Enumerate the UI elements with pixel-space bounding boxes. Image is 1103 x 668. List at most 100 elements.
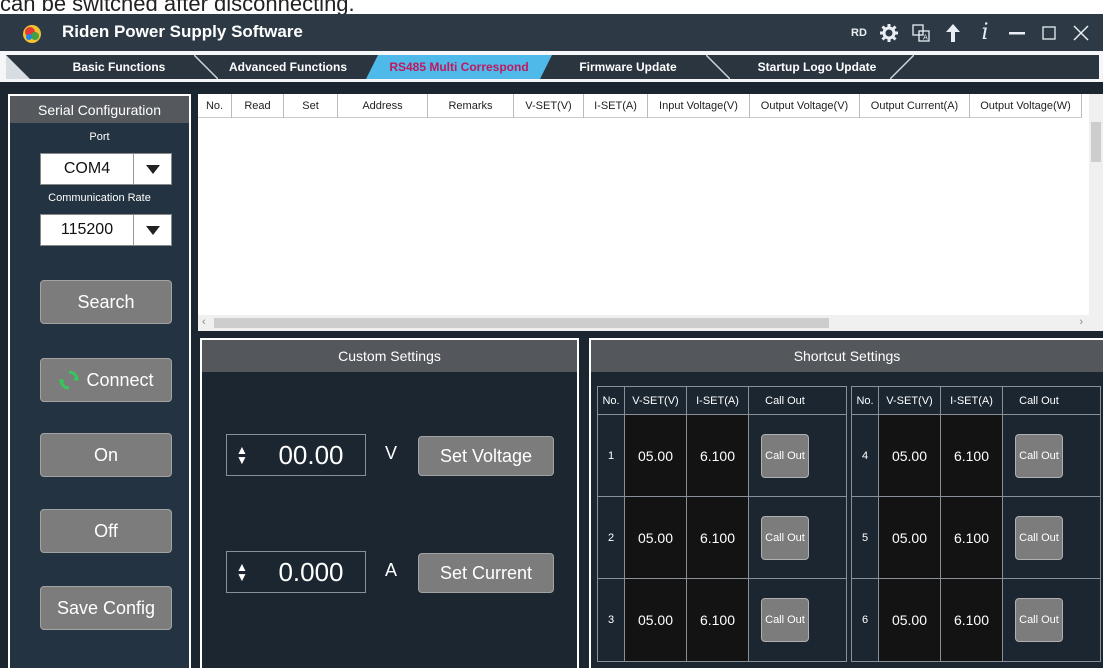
serial-configuration-panel: Serial Configuration Port COM4 Communica… xyxy=(8,94,191,668)
shortcut-number: 1 xyxy=(598,415,625,496)
shortcut-group-right: No. V-SET(V) I-SET(A) Call Out 4 05.00 6… xyxy=(851,386,1101,662)
shortcut-row: 1 05.00 6.100 Call Out xyxy=(598,415,846,497)
port-value: COM4 xyxy=(63,160,111,177)
column-header[interactable]: Read xyxy=(232,94,284,118)
spin-arrows-icon[interactable]: ▲ ▼ xyxy=(227,444,257,466)
connect-label: Connect xyxy=(86,369,154,390)
scroll-thumb[interactable] xyxy=(1091,122,1101,162)
shortcut-voltage[interactable]: 05.00 xyxy=(879,497,941,578)
shortcut-current[interactable]: 6.100 xyxy=(941,579,1003,661)
tab-basic-functions[interactable]: Basic Functions xyxy=(44,55,194,79)
column-header: Call Out xyxy=(1019,394,1059,407)
shortcut-voltage[interactable]: 05.00 xyxy=(879,415,941,496)
info-icon[interactable]: i xyxy=(969,14,1001,51)
shortcut-voltage[interactable]: 05.00 xyxy=(625,497,687,578)
current-value[interactable]: 0.000 xyxy=(257,557,365,588)
port-label: Port xyxy=(89,131,110,143)
shortcut-current[interactable]: 6.100 xyxy=(941,415,1003,496)
column-header: No. xyxy=(852,387,879,414)
shortcut-number: 5 xyxy=(852,497,879,578)
communication-rate-select[interactable]: 115200 xyxy=(40,214,172,246)
port-select[interactable]: COM4 xyxy=(40,153,172,185)
voltage-spinbox[interactable]: ▲ ▼ 00.00 xyxy=(226,434,366,476)
shortcut-current[interactable]: 6.100 xyxy=(687,415,749,496)
vertical-scrollbar[interactable] xyxy=(1089,94,1103,331)
communication-rate-label: Communication Rate xyxy=(48,192,151,204)
column-header[interactable]: I-SET(A) xyxy=(584,94,648,118)
column-header[interactable]: Address xyxy=(338,94,428,118)
connect-button[interactable]: Connect xyxy=(40,358,172,402)
tab-startup-logo-update[interactable]: Startup Logo Update xyxy=(734,55,900,79)
set-voltage-button[interactable]: Set Voltage xyxy=(418,436,554,476)
tab-separator xyxy=(890,55,914,79)
shortcut-row: 3 05.00 6.100 Call Out xyxy=(598,579,846,661)
table-header: No. Read Set Address Remarks V-SET(V) I-… xyxy=(198,94,1082,118)
shortcut-current[interactable]: 6.100 xyxy=(687,579,749,661)
chevron-down-icon[interactable] xyxy=(133,154,171,184)
shortcut-row: 2 05.00 6.100 Call Out xyxy=(598,497,846,579)
column-header[interactable]: V-SET(V) xyxy=(514,94,584,118)
tab-rs485-multi-correspond[interactable]: RS485 Multi Correspond xyxy=(366,55,552,79)
column-header[interactable]: Set xyxy=(284,94,338,118)
scroll-thumb[interactable] xyxy=(214,318,829,328)
current-unit: A xyxy=(385,560,398,580)
search-button[interactable]: Search xyxy=(40,280,172,324)
shortcut-header-row: No. V-SET(V) I-SET(A) Call Out xyxy=(598,387,846,415)
tab-advanced-functions[interactable]: Advanced Functions xyxy=(218,55,358,79)
shortcut-current[interactable]: 6.100 xyxy=(687,497,749,578)
shortcut-header-row: No. V-SET(V) I-SET(A) Call Out xyxy=(852,387,1100,415)
column-header: V-SET(V) xyxy=(625,387,687,414)
svg-text:A: A xyxy=(923,33,928,41)
shortcut-row: 5 05.00 6.100 Call Out xyxy=(852,497,1100,579)
language-icon[interactable]: A xyxy=(905,14,937,51)
off-button[interactable]: Off xyxy=(40,509,172,553)
spin-arrows-icon[interactable]: ▲ ▼ xyxy=(227,561,257,583)
communication-rate-value: 115200 xyxy=(60,221,114,238)
tab-firmware-update[interactable]: Firmware Update xyxy=(558,55,698,79)
horizontal-scrollbar[interactable]: ‹ › xyxy=(198,315,1089,331)
upload-arrow-icon[interactable] xyxy=(937,14,969,51)
call-out-button[interactable]: Call Out xyxy=(1015,598,1063,642)
call-out-button[interactable]: Call Out xyxy=(761,515,809,560)
voltage-value[interactable]: 00.00 xyxy=(257,440,365,471)
scroll-right-icon[interactable]: › xyxy=(1079,316,1083,328)
call-out-button[interactable]: Call Out xyxy=(1015,433,1063,478)
column-header[interactable]: No. xyxy=(198,94,232,118)
gear-icon[interactable] xyxy=(873,14,905,51)
on-button[interactable]: On xyxy=(40,433,172,477)
app-logo-icon xyxy=(23,25,41,43)
call-out-button[interactable]: Call Out xyxy=(1015,515,1063,560)
chevron-down-icon[interactable] xyxy=(133,215,171,245)
save-config-button[interactable]: Save Config xyxy=(40,586,172,630)
call-out-button[interactable]: Call Out xyxy=(761,433,809,478)
refresh-icon xyxy=(59,370,80,390)
close-icon[interactable] xyxy=(1065,14,1097,51)
shortcut-voltage[interactable]: 05.00 xyxy=(625,579,687,661)
scroll-left-icon[interactable]: ‹ xyxy=(202,316,206,328)
shortcut-voltage[interactable]: 05.00 xyxy=(625,415,687,496)
custom-settings-header: Custom Settings xyxy=(202,340,577,372)
shortcut-number: 2 xyxy=(598,497,625,578)
set-current-button[interactable]: Set Current xyxy=(418,553,554,593)
column-header[interactable]: Output Current(A) xyxy=(860,94,970,118)
column-header: I-SET(A) xyxy=(941,387,1003,414)
minimize-icon[interactable] xyxy=(1001,14,1033,51)
column-header[interactable]: Input Voltage(V) xyxy=(648,94,750,118)
shortcut-voltage[interactable]: 05.00 xyxy=(879,579,941,661)
column-header[interactable]: Output Voltage(V) xyxy=(750,94,860,118)
device-table[interactable]: No. Read Set Address Remarks V-SET(V) I-… xyxy=(198,94,1103,331)
app-title: Riden Power Supply Software xyxy=(62,22,303,41)
shortcut-settings-header: Shortcut Settings xyxy=(591,340,1103,372)
column-header: No. xyxy=(598,387,625,414)
call-out-button[interactable]: Call Out xyxy=(761,598,809,642)
document-caption: can be switched after disconnecting. xyxy=(0,0,355,16)
column-header[interactable]: Remarks xyxy=(428,94,514,118)
column-header[interactable]: Output Voltage(W) xyxy=(970,94,1082,118)
shortcut-current[interactable]: 6.100 xyxy=(941,497,1003,578)
maximize-icon[interactable] xyxy=(1033,14,1065,51)
shortcut-number: 4 xyxy=(852,415,879,496)
current-spinbox[interactable]: ▲ ▼ 0.000 xyxy=(226,551,366,593)
rd-button[interactable]: RD xyxy=(845,14,873,51)
column-header: V-SET(V) xyxy=(879,387,941,414)
column-header: Call Out xyxy=(765,394,805,407)
